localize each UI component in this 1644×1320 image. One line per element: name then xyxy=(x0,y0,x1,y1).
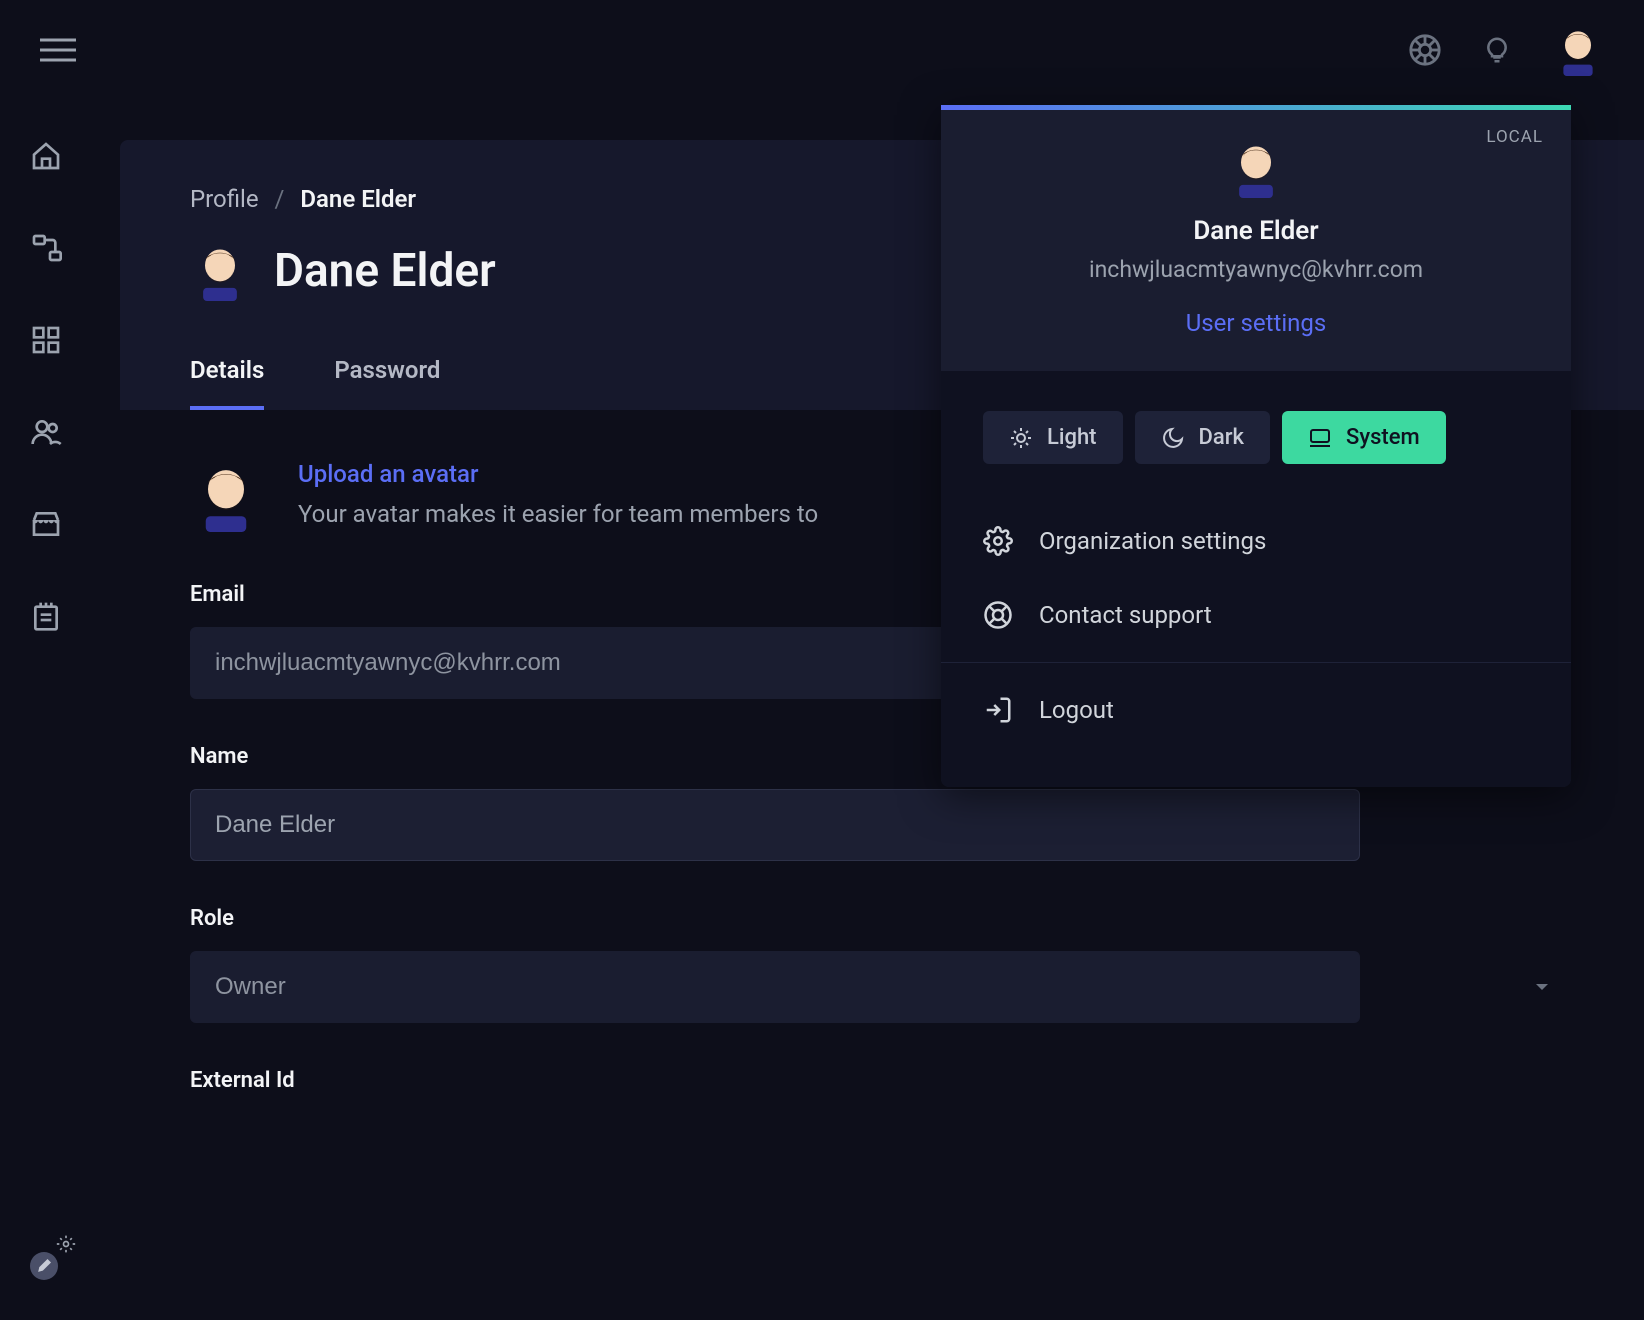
contact-support-label: Contact support xyxy=(1039,601,1212,629)
user-avatar-button[interactable] xyxy=(1552,24,1604,76)
chevron-down-icon xyxy=(1534,981,1550,993)
contact-support-item[interactable]: Contact support xyxy=(983,578,1529,652)
hamburger-menu-button[interactable] xyxy=(40,36,76,64)
nav-notes-icon[interactable] xyxy=(30,600,62,632)
nav-store-icon[interactable] xyxy=(30,508,62,540)
theme-system-button[interactable]: System xyxy=(1282,411,1446,464)
theme-light-label: Light xyxy=(1047,425,1097,450)
upload-avatar-link[interactable]: Upload an avatar xyxy=(298,460,818,488)
theme-dark-button[interactable]: Dark xyxy=(1135,411,1270,464)
nav-home-icon[interactable] xyxy=(30,140,62,172)
sidebar-settings[interactable] xyxy=(30,1252,58,1280)
theme-light-button[interactable]: Light xyxy=(983,411,1123,464)
tab-details[interactable]: Details xyxy=(190,356,264,410)
help-wheel-icon[interactable] xyxy=(1408,33,1442,67)
page-title: Dane Elder xyxy=(274,244,496,298)
env-badge: LOCAL xyxy=(1486,127,1543,147)
form-avatar xyxy=(190,460,262,532)
tab-password[interactable]: Password xyxy=(334,356,440,410)
name-field[interactable] xyxy=(190,789,1360,861)
page-avatar xyxy=(190,241,250,301)
user-menu-dropdown: LOCAL Dane Elder inchwjluacmtyawnyc@kvhr… xyxy=(941,105,1571,787)
user-menu-avatar xyxy=(1226,138,1286,198)
breadcrumb-current: Dane Elder xyxy=(300,185,416,213)
nav-apps-icon[interactable] xyxy=(30,324,62,356)
user-menu-email: inchwjluacmtyawnyc@kvhrr.com xyxy=(971,256,1541,283)
upload-avatar-description: Your avatar makes it easier for team mem… xyxy=(298,500,818,528)
org-settings-item[interactable]: Organization settings xyxy=(983,504,1529,578)
user-settings-link[interactable]: User settings xyxy=(971,309,1541,337)
breadcrumb-separator: / xyxy=(275,185,285,213)
nav-flows-icon[interactable] xyxy=(30,232,62,264)
nav-users-icon[interactable] xyxy=(29,416,63,448)
role-select[interactable] xyxy=(190,951,1360,1023)
user-menu-name: Dane Elder xyxy=(971,216,1541,246)
theme-toggle: Light Dark System xyxy=(983,411,1529,464)
org-settings-label: Organization settings xyxy=(1039,527,1266,555)
logout-item[interactable]: Logout xyxy=(983,673,1529,747)
breadcrumb-root[interactable]: Profile xyxy=(190,185,259,213)
external-id-label: External Id xyxy=(190,1068,1574,1093)
theme-system-label: System xyxy=(1346,425,1420,450)
sidebar xyxy=(0,140,92,632)
lightbulb-icon[interactable] xyxy=(1482,33,1512,67)
logout-label: Logout xyxy=(1039,696,1114,724)
role-label: Role xyxy=(190,906,1574,931)
theme-dark-label: Dark xyxy=(1199,425,1244,450)
